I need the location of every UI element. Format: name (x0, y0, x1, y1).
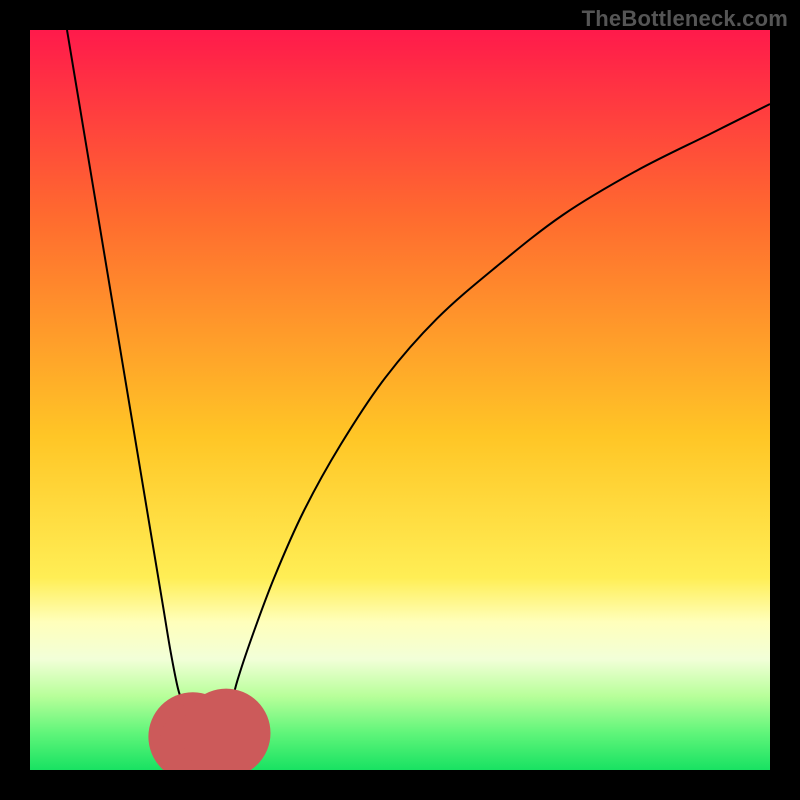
watermark-label: TheBottleneck.com (582, 6, 788, 32)
valley-markers (148, 689, 270, 770)
chart-frame: TheBottleneck.com (0, 0, 800, 800)
gradient-background (30, 30, 770, 770)
plot-area (30, 30, 770, 770)
chart-svg (30, 30, 770, 770)
